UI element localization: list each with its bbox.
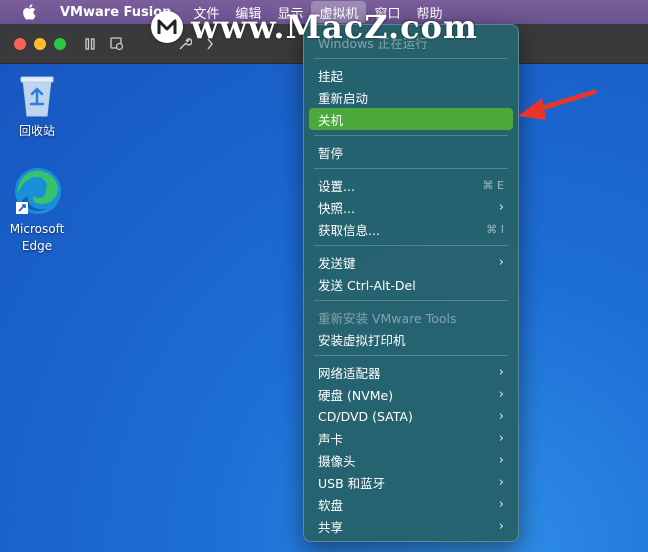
menu-item-restart[interactable]: 重新启动 [309, 86, 513, 108]
chevron-right-icon: › [498, 254, 504, 270]
keyboard-shortcut: ⌘ I [486, 222, 504, 236]
menu-item-label: 重新启动 [318, 90, 369, 106]
snapshot-icon[interactable] [110, 36, 124, 51]
menu-item-label: 关机 [318, 112, 344, 128]
menubar-help[interactable]: 帮助 [408, 1, 450, 23]
menu-item-label: 声卡 [318, 431, 344, 447]
menu-item-label: 设置... [318, 178, 355, 194]
menu-item-send-key[interactable]: 发送键 › [309, 251, 513, 273]
menubar-file[interactable]: 文件 [185, 1, 227, 23]
menu-item-label: 获取信息... [318, 222, 380, 238]
menu-separator [314, 58, 508, 59]
close-window-button[interactable] [14, 37, 26, 50]
menu-item-sound-card[interactable]: 声卡 › [309, 427, 513, 449]
chevron-right-icon: › [498, 386, 504, 402]
menu-item-label: 快照... [318, 200, 355, 216]
settings-wrench-icon[interactable] [178, 37, 192, 51]
desktop-icon-recycle-bin[interactable]: 回收站 [1, 72, 73, 140]
menu-item-snapshots[interactable]: 快照... › [309, 196, 513, 218]
menu-item-vm-status: Windows 正在运行 [309, 31, 513, 53]
menu-item-get-info[interactable]: 获取信息... ⌘ I [309, 218, 513, 240]
minimize-window-button[interactable] [34, 37, 46, 50]
menu-item-label: 安装虚拟打印机 [318, 332, 406, 348]
menu-item-settings[interactable]: 设置... ⌘ E [309, 174, 513, 196]
chevron-right-icon: › [498, 430, 504, 446]
chevron-right-icon[interactable] [206, 38, 214, 50]
menubar-app-name[interactable]: VMware Fusion [60, 1, 185, 23]
recycle-bin-icon [17, 76, 57, 121]
menubar-window[interactable]: 窗口 [366, 1, 408, 23]
menu-item-usb-bluetooth[interactable]: USB 和蓝牙 › [309, 471, 513, 493]
recycle-bin-label: 回收站 [18, 124, 55, 138]
menu-item-label: 挂起 [318, 68, 344, 84]
menu-item-hard-disk[interactable]: 硬盘 (NVMe) › [309, 383, 513, 405]
menu-item-label: 重新安装 VMware Tools [318, 310, 457, 326]
menu-separator [314, 245, 508, 246]
edge-browser-icon [12, 168, 62, 219]
chevron-right-icon: › [498, 452, 504, 468]
menu-item-label: USB 和蓝牙 [318, 475, 386, 491]
menu-item-label: 暂停 [318, 145, 344, 161]
menu-item-label: 软盘 [318, 497, 344, 513]
menu-item-sharing[interactable]: 共享 › [309, 515, 513, 537]
menu-item-label: 硬盘 (NVMe) [318, 387, 394, 403]
red-annotation-arrow-icon [518, 89, 597, 120]
chevron-right-icon: › [498, 408, 504, 424]
virtual-machine-menu: Windows 正在运行 挂起 重新启动 关机 暂停 设置... ⌘ E 快照.… [303, 24, 519, 542]
menu-item-network-adapter[interactable]: 网络适配器 › [309, 361, 513, 383]
pause-icon[interactable] [84, 37, 96, 50]
menu-item-label: 发送 Ctrl-Alt-Del [318, 277, 416, 293]
menubar-virtual-machine[interactable]: 虚拟机 [311, 1, 367, 23]
chevron-right-icon: › [498, 474, 504, 490]
chevron-right-icon: › [498, 199, 504, 215]
chevron-right-icon: › [498, 518, 504, 534]
menu-item-camera[interactable]: 摄像头 › [309, 449, 513, 471]
menu-item-send-ctrl-alt-del[interactable]: 发送 Ctrl-Alt-Del [309, 273, 513, 295]
menu-item-reinstall-vmware-tools: 重新安装 VMware Tools [309, 306, 513, 328]
menu-item-floppy[interactable]: 软盘 › [309, 493, 513, 515]
menu-item-suspend[interactable]: 挂起 [309, 64, 513, 86]
macos-menubar: VMware Fusion 文件 编辑 显示 虚拟机 窗口 帮助 [0, 0, 648, 24]
menu-separator [314, 135, 508, 136]
menu-separator [314, 355, 508, 356]
menu-item-label: Windows 正在运行 [318, 35, 428, 51]
menu-item-install-virtual-printer[interactable]: 安装虚拟打印机 [309, 328, 513, 350]
apple-icon[interactable] [20, 4, 38, 20]
menubar-edit[interactable]: 编辑 [227, 1, 269, 23]
menu-item-label: 网络适配器 [318, 365, 381, 381]
menu-item-cd-dvd[interactable]: CD/DVD (SATA) › [309, 405, 513, 427]
edge-label: Microsoft Edge [9, 222, 65, 253]
window-controls [14, 37, 66, 50]
menu-item-label: 共享 [318, 519, 344, 535]
menu-item-label: 发送键 [318, 255, 356, 271]
menu-item-label: CD/DVD (SATA) [318, 408, 413, 424]
desktop-icon-microsoft-edge[interactable]: Microsoft Edge [1, 166, 73, 255]
menu-item-shutdown[interactable]: 关机 [309, 108, 513, 130]
keyboard-shortcut: ⌘ E [482, 178, 504, 192]
menu-item-label: 摄像头 [318, 453, 356, 469]
chevron-right-icon: › [498, 496, 504, 512]
chevron-right-icon: › [498, 364, 504, 380]
fullscreen-window-button[interactable] [54, 37, 66, 50]
menu-separator [314, 168, 508, 169]
menu-separator [314, 300, 508, 301]
menu-item-pause[interactable]: 暂停 [309, 141, 513, 163]
menubar-view[interactable]: 显示 [269, 1, 311, 23]
